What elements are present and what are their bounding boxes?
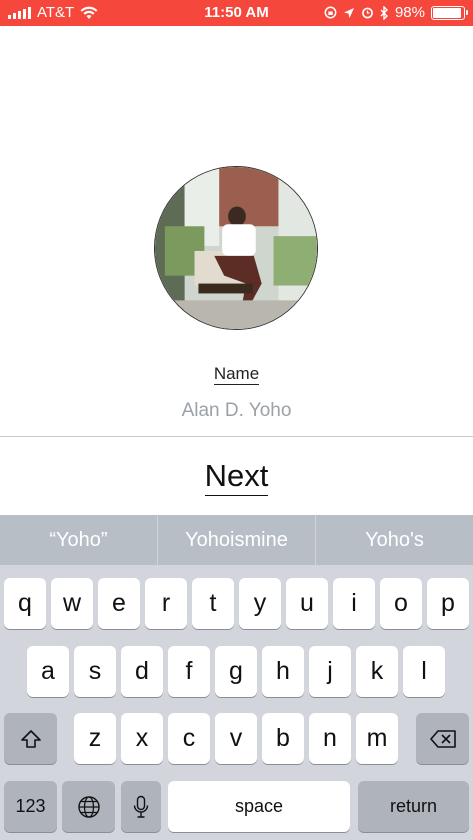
key-q[interactable]: q <box>4 578 46 629</box>
shift-key[interactable] <box>4 713 57 764</box>
key-a[interactable]: a <box>27 646 69 697</box>
suggestion-bar: “Yoho” Yohoismine Yoho's <box>0 515 473 565</box>
key-c[interactable]: c <box>168 713 210 764</box>
suggestion-item[interactable]: Yoho's <box>316 515 473 565</box>
keyboard: “Yoho” Yohoismine Yoho's qwertyuiop asdfg… <box>0 515 473 840</box>
suggestion-item[interactable]: “Yoho” <box>0 515 158 565</box>
status-bar: AT&T 11:50 AM 98% <box>0 0 473 26</box>
suggestion-item[interactable]: Yohoismine <box>158 515 316 565</box>
name-input[interactable]: Alan D. Yoho <box>0 400 473 422</box>
key-n[interactable]: n <box>309 713 351 764</box>
key-p[interactable]: p <box>427 578 469 629</box>
numbers-key[interactable]: 123 <box>4 781 57 832</box>
key-g[interactable]: g <box>215 646 257 697</box>
key-l[interactable]: l <box>403 646 445 697</box>
alarm-icon <box>362 7 373 19</box>
divider <box>0 436 473 437</box>
microphone-key[interactable] <box>121 781 161 832</box>
profile-photo[interactable] <box>154 166 318 330</box>
screen-lock-icon <box>324 6 337 19</box>
shift-icon <box>20 729 41 748</box>
backspace-key[interactable] <box>416 713 469 764</box>
key-f[interactable]: f <box>168 646 210 697</box>
next-button-label: Next <box>204 458 269 496</box>
key-o[interactable]: o <box>380 578 422 629</box>
key-s[interactable]: s <box>74 646 116 697</box>
key-t[interactable]: t <box>192 578 234 629</box>
location-icon <box>343 7 354 18</box>
key-i[interactable]: i <box>333 578 375 629</box>
key-b[interactable]: b <box>262 713 304 764</box>
key-m[interactable]: m <box>356 713 398 764</box>
name-label: Name <box>0 364 473 385</box>
backspace-icon <box>429 729 456 748</box>
battery-percent: 98% <box>394 4 425 21</box>
globe-key[interactable] <box>62 781 115 832</box>
bluetooth-icon <box>380 5 388 20</box>
key-k[interactable]: k <box>356 646 398 697</box>
microphone-icon <box>133 795 149 818</box>
key-e[interactable]: e <box>98 578 140 629</box>
globe-icon <box>77 795 100 818</box>
key-y[interactable]: y <box>239 578 281 629</box>
key-h[interactable]: h <box>262 646 304 697</box>
key-j[interactable]: j <box>309 646 351 697</box>
key-x[interactable]: x <box>121 713 163 764</box>
key-z[interactable]: z <box>74 713 116 764</box>
space-key[interactable]: space <box>168 781 350 832</box>
key-w[interactable]: w <box>51 578 93 629</box>
key-u[interactable]: u <box>286 578 328 629</box>
name-label-text: Name <box>213 364 260 385</box>
battery-icon <box>431 5 468 20</box>
next-button[interactable]: Next <box>0 458 473 496</box>
key-v[interactable]: v <box>215 713 257 764</box>
key-d[interactable]: d <box>121 646 163 697</box>
return-key[interactable]: return <box>358 781 469 832</box>
key-r[interactable]: r <box>145 578 187 629</box>
